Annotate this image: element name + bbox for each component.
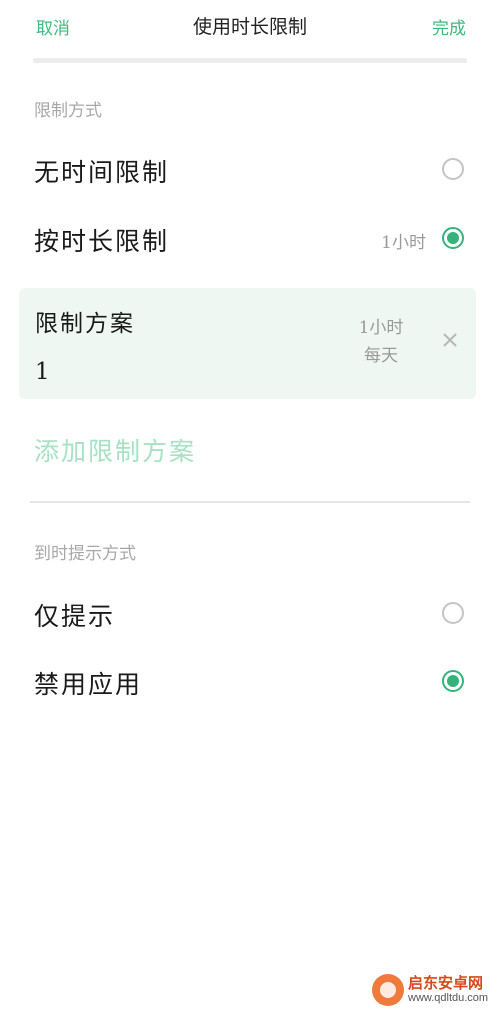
- option-duration-limit-value: 1小时: [381, 233, 426, 253]
- reminder-method-section-label: 到时提示方式: [34, 544, 136, 564]
- radio-duration-limit[interactable]: [442, 227, 464, 249]
- done-button[interactable]: 完成: [432, 14, 466, 39]
- option-duration-limit[interactable]: 按时长限制 1小时: [0, 210, 500, 266]
- option-disable-app-label: 禁用应用: [34, 670, 143, 699]
- limit-method-section-label: 限制方式: [34, 101, 102, 121]
- plan-detail: 1小时 每天: [346, 314, 416, 370]
- radio-remind-only[interactable]: [442, 602, 464, 624]
- option-remind-only-label: 仅提示: [34, 602, 116, 631]
- option-duration-limit-label: 按时长限制: [34, 227, 170, 256]
- header-divider: [33, 58, 467, 63]
- add-plan-button[interactable]: 添加限制方案: [34, 432, 196, 468]
- radio-no-time-limit[interactable]: [442, 158, 464, 180]
- radio-disable-app[interactable]: [442, 670, 464, 692]
- option-disable-app[interactable]: 禁用应用: [0, 653, 500, 709]
- plan-duration: 1小时: [358, 318, 404, 338]
- plan-frequency: 每天: [364, 346, 398, 366]
- close-icon[interactable]: [442, 332, 458, 348]
- top-bar: 取消 使用时长限制 完成: [0, 0, 500, 52]
- watermark-url: www.qdltdu.com: [408, 992, 489, 1004]
- page-title: 使用时长限制: [192, 16, 307, 38]
- limit-plan-card[interactable]: 限制方案1 1小时 每天: [19, 288, 476, 399]
- watermark-brand: 启东安卓网: [408, 975, 484, 992]
- option-remind-only[interactable]: 仅提示: [0, 585, 500, 641]
- option-no-time-limit[interactable]: 无时间限制: [0, 141, 500, 197]
- option-no-time-limit-label: 无时间限制: [34, 158, 170, 187]
- watermark: 启东安卓网 www.qdltdu.com: [372, 970, 500, 1010]
- plan-name: 限制方案1: [35, 311, 135, 385]
- section-divider: [30, 501, 470, 503]
- watermark-logo-icon: [372, 974, 404, 1006]
